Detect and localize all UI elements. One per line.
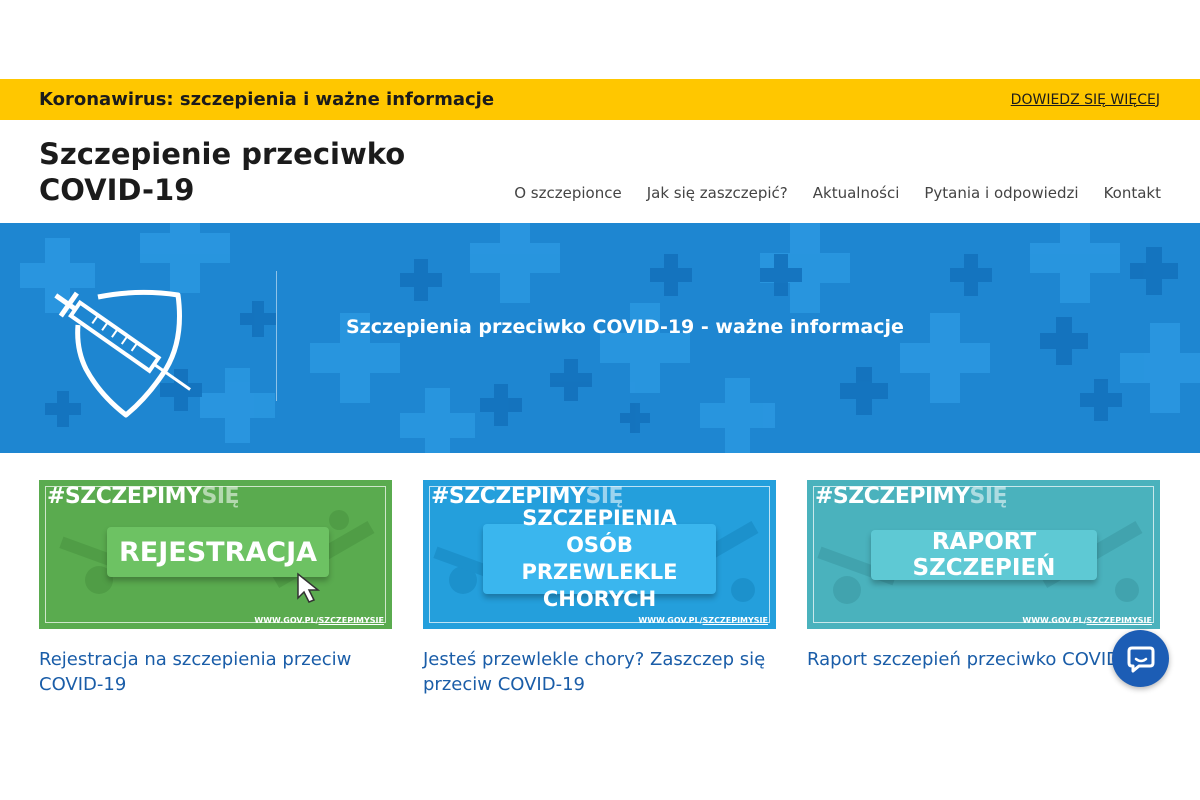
alert-title: Koronawirus: szczepienia i ważne informa…: [39, 89, 495, 110]
card-raport-szczepien[interactable]: #SZCZEPIMYSIĘ RAPORT SZCZEPIEŃ WWW.GOV.P…: [807, 480, 1160, 697]
card-url: WWW.GOV.PL/SZCZEPIMYSIE: [638, 616, 768, 625]
hero-divider: [276, 271, 277, 401]
nav-item-jak-sie-zaszczepic[interactable]: Jak się zaszczepić?: [647, 184, 788, 202]
card-hashtag: #SZCZEPIMYSIĘ: [815, 484, 1008, 509]
card-url: WWW.GOV.PL/SZCZEPIMYSIE: [254, 616, 384, 625]
hero-banner: Szczepienia przeciwko COVID-19 - ważne i…: [0, 223, 1200, 453]
chat-button[interactable]: [1112, 630, 1169, 687]
nav-item-kontakt[interactable]: Kontakt: [1104, 184, 1161, 202]
site-header: Szczepienie przeciwko COVID-19 O szczepi…: [0, 120, 1200, 223]
nav-item-o-szczepionce[interactable]: O szczepionce: [514, 184, 621, 202]
top-blank-area: [0, 0, 1200, 79]
card-image[interactable]: #SZCZEPIMYSIĘ SZCZEPIENIA OSÓB PRZEWLEKL…: [423, 480, 776, 629]
card-image[interactable]: #SZCZEPIMYSIĘ REJESTRACJA WWW.GOV.PL/SZC…: [39, 480, 392, 629]
card-url: WWW.GOV.PL/SZCZEPIMYSIE: [1022, 616, 1152, 625]
card-label-box: RAPORT SZCZEPIEŃ: [871, 529, 1097, 581]
card-przewlekle-chorzy[interactable]: #SZCZEPIMYSIĘ SZCZEPIENIA OSÓB PRZEWLEKL…: [423, 480, 776, 697]
nav-item-pytania[interactable]: Pytania i odpowiedzi: [924, 184, 1078, 202]
card-link-text[interactable]: Jesteś przewlekle chory? Zaszczep się pr…: [423, 647, 776, 697]
card-label-box: SZCZEPIENIA OSÓB PRZEWLEKLE CHORYCH: [483, 506, 716, 611]
hero-title: Szczepienia przeciwko COVID-19 - ważne i…: [346, 316, 904, 338]
card-hashtag: #SZCZEPIMYSIĘ: [47, 484, 240, 509]
card-image[interactable]: #SZCZEPIMYSIĘ RAPORT SZCZEPIEŃ WWW.GOV.P…: [807, 480, 1160, 629]
nav-item-aktualnosci[interactable]: Aktualności: [813, 184, 900, 202]
card-link-text[interactable]: Raport szczepień przeciwko COVID-19: [807, 647, 1160, 672]
cards-row: #SZCZEPIMYSIĘ REJESTRACJA WWW.GOV.PL/SZC…: [39, 480, 1161, 697]
card-label-box: REJESTRACJA: [107, 527, 329, 577]
syringe-shield-icon: [54, 289, 191, 418]
card-link-text[interactable]: Rejestracja na szczepienia przeciw COVID…: [39, 647, 392, 697]
learn-more-link[interactable]: DOWIEDZ SIĘ WIĘCEJ: [1011, 92, 1160, 108]
chat-bubble-icon: [1127, 646, 1154, 672]
card-rejestracja[interactable]: #SZCZEPIMYSIĘ REJESTRACJA WWW.GOV.PL/SZC…: [39, 480, 392, 697]
cursor-icon: [297, 572, 321, 603]
site-title[interactable]: Szczepienie przeciwko COVID-19: [39, 136, 419, 208]
main-nav: O szczepionce Jak się zaszczepić? Aktual…: [489, 184, 1161, 202]
alert-bar: Koronawirus: szczepienia i ważne informa…: [0, 79, 1200, 120]
